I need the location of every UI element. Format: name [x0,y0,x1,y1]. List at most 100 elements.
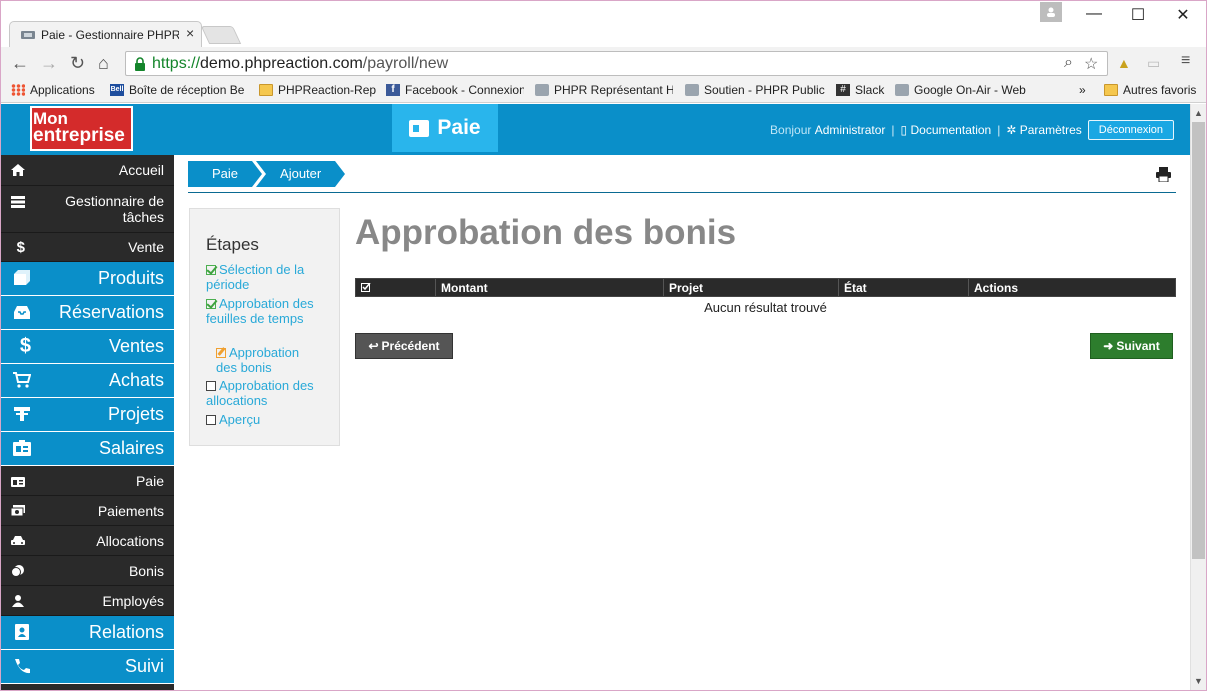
bookmark-facebook[interactable]: f Facebook - Connexion [386,83,524,97]
sidebar-item-accueil[interactable]: Accueil [1,155,174,186]
menu-icon[interactable]: ≡ [1181,52,1190,70]
check-done-icon [206,265,216,275]
phone-icon [15,659,30,674]
sidebar-item-salaires[interactable]: Salaires [1,432,174,466]
step-bonus-approval[interactable]: Approbation des bonis [216,345,321,375]
bookmark-autres-favoris[interactable]: Autres favoris [1104,83,1204,97]
tab-close-icon[interactable]: × [186,25,194,41]
logout-button[interactable]: Déconnexion [1087,120,1174,140]
sidebar-item-projets[interactable]: Projets [1,398,174,432]
sidebar-item-paiements[interactable]: Paiements [1,496,174,526]
column-etat[interactable]: État [839,279,969,296]
dollar-icon: $ [16,239,25,256]
url-path: /payroll/new [362,55,449,72]
zoom-search-icon[interactable]: ⌕ [1064,54,1073,72]
book-icon: ▯ [900,123,908,137]
sidebar-item-allocations[interactable]: Allocations [1,526,174,556]
sidebar-item-label: Projets [107,404,164,424]
slack-icon: # [836,84,850,96]
forward-icon[interactable]: → [40,53,58,74]
maximize-icon[interactable]: ☐ [1123,5,1153,25]
sidebar-item-reservations[interactable]: Réservations [1,296,174,330]
tab-title: Paie - Gestionnaire PHPRe [41,28,179,42]
sidebar-item-label: Réservations [58,302,164,322]
extension-icon[interactable]: ▲ [1117,55,1131,71]
dollar-icon: $ [19,335,31,357]
breadcrumb-paie[interactable]: Paie [188,161,263,187]
car-icon [11,536,25,545]
reload-icon[interactable]: ↻ [70,53,85,74]
breadcrumb-divider [188,192,1176,193]
box-icon [14,270,30,285]
sidebar-item-produits[interactable]: Produits [1,262,174,296]
bookmark-google-on-air[interactable]: Google On-Air - Web [895,83,1033,97]
phpr-icon [685,84,699,96]
bookmark-inbox[interactable]: Bell Boîte de réception Be [110,83,247,97]
extension-cast-icon[interactable]: ▭ [1147,55,1160,72]
company-logo[interactable]: Mon entreprise [30,106,133,151]
sidebar-item-achats[interactable]: Achats [1,364,174,398]
sidebar-item-vente[interactable]: $ Vente [1,233,174,262]
step-period-selection[interactable]: Sélection de la période [206,262,336,292]
page-scrollbar[interactable]: ▲ ▼ [1190,104,1206,690]
print-icon[interactable] [1156,167,1171,182]
step-preview[interactable]: Aperçu [206,412,316,427]
settings-link[interactable]: Paramètres [1020,123,1082,137]
next-button[interactable]: ➜ Suivant [1090,333,1173,359]
bookmark-star-icon[interactable]: ☆ [1084,54,1098,74]
column-montant[interactable]: Montant [436,279,664,296]
bookmark-phpr-representant[interactable]: PHPR Représentant H [535,83,673,97]
url-host: demo.phpreaction.com [200,55,363,72]
phpr-icon [895,84,909,96]
bookmark-soutien[interactable]: Soutien - PHPR Public [685,83,825,97]
url-scheme: https:// [152,55,201,72]
select-all-checkbox[interactable] [356,279,436,296]
scroll-up-icon[interactable]: ▲ [1194,108,1203,118]
sidebar-item-ventes[interactable]: $ Ventes [1,330,174,364]
step-label: Aperçu [219,412,261,427]
bookmark-label: Google On-Air - Web [914,83,1026,97]
documentation-link[interactable]: Documentation [911,123,992,137]
step-timesheet-approval[interactable]: Approbation des feuilles de temps [206,296,318,326]
sidebar-item-employes[interactable]: Employés [1,586,174,616]
home-icon [11,164,25,176]
address-bar[interactable]: https://demo.phpreaction.com/payroll/new… [125,51,1108,76]
check-all-icon [361,282,371,292]
bookmark-phpreaction-rep[interactable]: PHPReaction-Rep [259,83,377,97]
checkbox-empty-icon [206,415,216,425]
sidebar-item-suivi[interactable]: Suivi [1,650,174,684]
scrollbar-thumb[interactable] [1192,122,1205,559]
apps-icon [11,84,25,96]
profile-icon[interactable] [1040,2,1062,22]
previous-button[interactable]: ↩ Précédent [355,333,453,359]
back-icon[interactable]: ← [11,53,29,74]
sidebar-item-bonis[interactable]: Bonis [1,556,174,586]
arrow-left-icon: ↩ [368,339,379,353]
step-label: Approbation des allocations [206,378,314,408]
bookmarks-overflow-button[interactable]: » [1079,83,1091,97]
new-tab-button[interactable] [200,26,242,44]
sidebar-item-tasks[interactable]: Gestionnaire de tâches [1,186,174,233]
inbox-icon [14,306,30,319]
user-name[interactable]: Administrator [815,123,886,137]
column-projet[interactable]: Projet [664,279,839,296]
browser-tab[interactable]: Paie - Gestionnaire PHPRe × [9,21,202,47]
scroll-down-icon[interactable]: ▼ [1194,676,1203,686]
steps-panel: Étapes Sélection de la période Approbati… [189,208,340,446]
step-allocation-approval[interactable]: Approbation des allocations [206,378,316,408]
id-card-icon [409,119,430,137]
sidebar-item-paie[interactable]: Paie [1,466,174,496]
lock-icon [135,57,145,71]
bookmark-slack[interactable]: # Slack [836,83,888,97]
module-tab-paie[interactable]: Paie [392,104,498,152]
minimize-icon[interactable]: — [1079,5,1109,23]
bookmark-applications[interactable]: Applications [11,83,103,97]
bookmark-label: Soutien - PHPR Public [704,83,825,97]
coins-icon [11,565,24,577]
tasks-icon [11,196,25,208]
home-page-icon[interactable]: ⌂ [98,53,109,74]
phpr-icon [535,84,549,96]
sidebar-item-relations[interactable]: Relations [1,616,174,650]
close-window-icon[interactable]: ✕ [1168,5,1198,25]
breadcrumb-ajouter[interactable]: Ajouter [256,161,346,187]
